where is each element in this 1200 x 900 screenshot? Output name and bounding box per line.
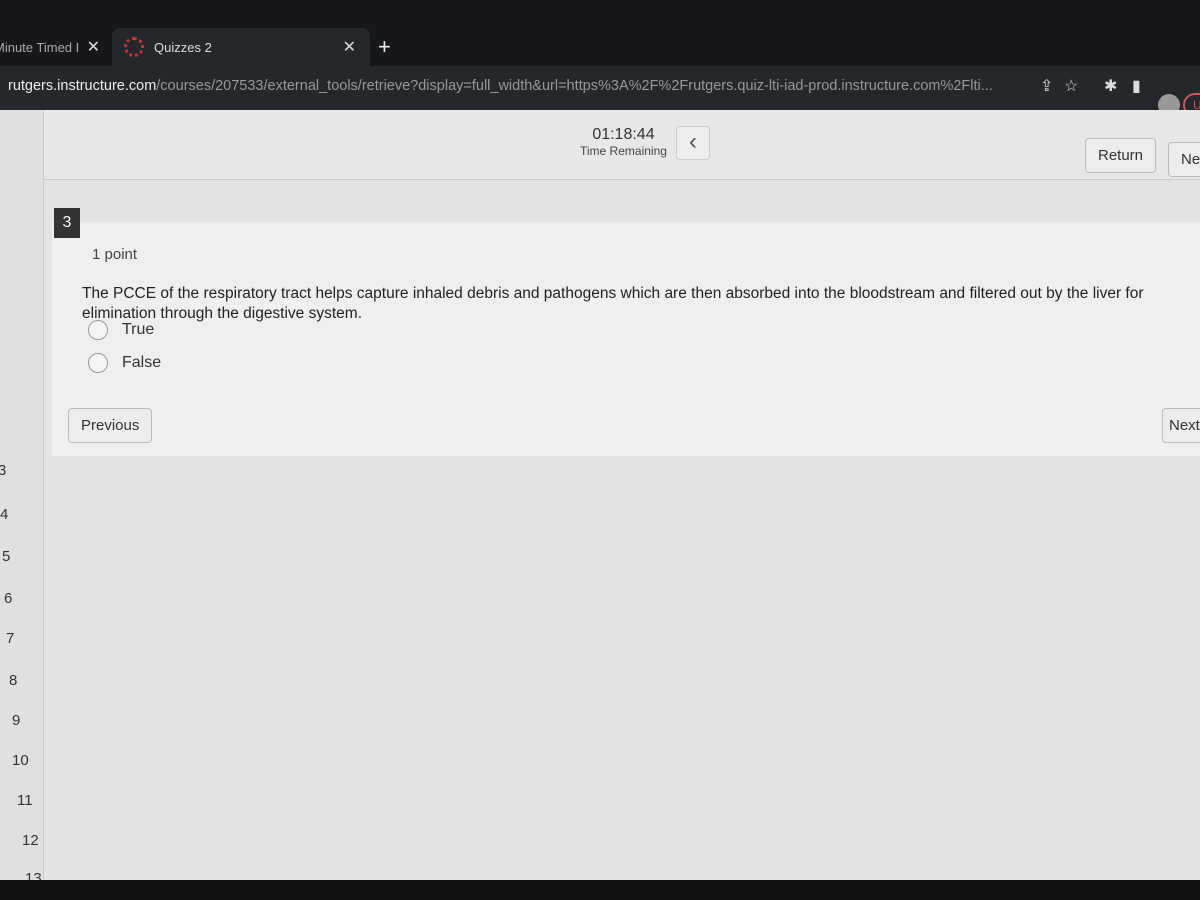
tab-label: Quizzes 2 [154,39,212,55]
canvas-logo-icon [124,37,144,57]
option-false[interactable]: False [88,353,161,373]
quiz-header: 01:18:44 Time Remaining ‹ Return Nex [0,110,1200,180]
timer-label: Time Remaining [580,144,667,158]
address-bar[interactable]: rutgers.instructure.com/courses/207533/e… [0,66,1200,110]
sidepanel-icon[interactable]: ▮ [1132,76,1141,96]
option-true[interactable]: True [88,320,154,340]
nav-item[interactable]: 12 [22,832,39,849]
next-button-header[interactable]: Nex [1168,142,1200,177]
timer: 01:18:44 Time Remaining [580,126,667,158]
nav-item[interactable]: 4 [0,506,8,523]
option-label: True [122,321,155,338]
nav-item[interactable]: 11 [17,792,33,809]
browser-tab-bar: Minute Timed I ✕ Quizzes 2 ✕ + [0,0,1200,66]
nav-item[interactable]: 6 [4,590,12,607]
quiz-page: 01:18:44 Time Remaining ‹ Return Nex 3 1… [0,110,1200,880]
screen-bezel [0,880,1200,900]
radio-button[interactable] [88,320,108,340]
tab-quizzes-2[interactable]: Quizzes 2 ✕ [112,28,370,66]
nav-item[interactable]: 3 [0,462,6,479]
question-text: The PCCE of the respiratory tract helps … [82,285,1144,322]
next-button[interactable]: Next [1162,408,1200,443]
previous-button[interactable]: Previous [68,408,153,443]
option-label: False [122,354,162,371]
nav-item[interactable]: 7 [6,630,14,647]
nav-item[interactable]: 10 [12,752,29,769]
radio-button[interactable] [88,353,108,373]
return-button[interactable]: Return [1085,138,1157,173]
nav-item[interactable]: 5 [2,548,10,565]
url-host: rutgers.instructure.com [8,78,157,94]
question-card [52,222,1200,456]
url-path: /courses/207533/external_tools/retrieve?… [156,78,993,94]
star-icon[interactable]: ☆ [1064,76,1078,96]
timer-value: 01:18:44 [592,126,655,143]
close-tab-icon[interactable]: ✕ [343,37,356,57]
nav-item[interactable]: 8 [9,672,17,689]
close-tab-icon[interactable]: ✕ [87,37,100,57]
tab-label: Minute Timed I [0,39,80,55]
question-number: 3 [54,208,80,238]
question-points: 1 point [92,246,138,263]
share-icon[interactable]: ⇪ [1040,76,1053,96]
chevron-left-icon[interactable]: ‹ [676,126,710,160]
nav-item[interactable]: 9 [12,712,20,729]
tab-minute-timed[interactable]: Minute Timed I ✕ [0,28,114,66]
new-tab-icon[interactable]: + [378,34,391,60]
extensions-icon[interactable]: ✱ [1104,76,1117,96]
question-nav-sidebar: 3 4 5 6 7 8 9 10 11 12 13 [0,110,44,887]
